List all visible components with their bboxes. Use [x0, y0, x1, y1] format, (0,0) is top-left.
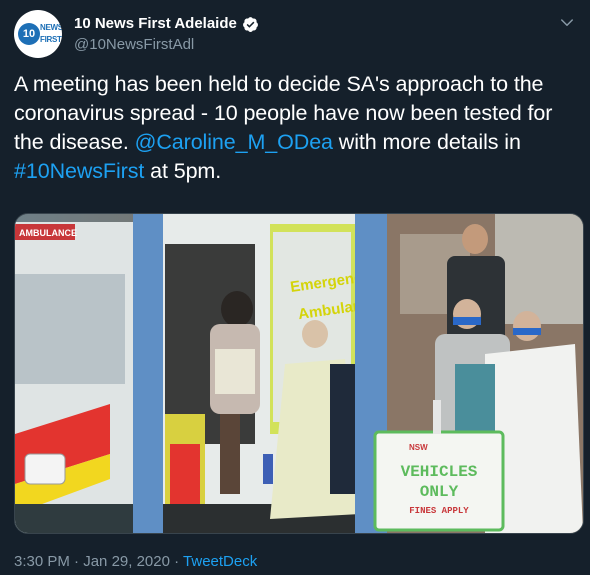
tweet: 10 NEWS FIRST 10 News First Adelaide @10…	[0, 0, 590, 575]
tweet-footer: 3:30 PM · Jan 29, 2020 · TweetDeck	[14, 553, 257, 570]
avatar-logo-text: NEWS FIRST	[40, 22, 62, 46]
footer-separator-1: ·	[69, 553, 84, 570]
sign-line-3: FINES APPLY	[409, 506, 469, 516]
tweet-text-part3: at 5pm.	[144, 159, 222, 183]
verified-badge-icon	[242, 16, 258, 32]
hashtag-link[interactable]: #10NewsFirst	[14, 159, 144, 183]
photo-scene: AMBULANCE Emergency Ambulance NSW VEHICL…	[15, 214, 583, 533]
account-handle[interactable]: @10NewsFirstAdl	[74, 35, 259, 55]
avatar-logo-number: 10	[18, 23, 40, 45]
tweet-photo[interactable]: AMBULANCE Emergency Ambulance NSW VEHICL…	[14, 213, 584, 534]
account-names[interactable]: 10 News First Adelaide @10NewsFirstAdl	[74, 14, 259, 55]
avatar-logo-line1: NEWS	[40, 23, 62, 32]
sign-line-2: ONLY	[420, 483, 459, 501]
tweet-text: A meeting has been held to decide SA's a…	[14, 70, 576, 186]
mention-link[interactable]: @Caroline_M_ODea	[135, 130, 333, 154]
ambulance-top-label: AMBULANCE	[19, 228, 77, 238]
sign-org: NSW	[409, 443, 428, 452]
avatar-logo-line2: FIRST	[40, 35, 62, 44]
footer-separator-2: ·	[169, 553, 184, 570]
tweet-header: 10 NEWS FIRST 10 News First Adelaide @10…	[14, 10, 580, 60]
tweet-text-part2: with more details in	[332, 130, 521, 154]
display-name-text: 10 News First Adelaide	[74, 15, 237, 32]
tweet-date[interactable]: Jan 29, 2020	[83, 553, 170, 570]
sign-line-1: VEHICLES	[401, 463, 478, 481]
chevron-down-icon[interactable]	[558, 14, 576, 32]
tweet-source-link[interactable]: TweetDeck	[183, 553, 257, 570]
tweet-time[interactable]: 3:30 PM	[14, 553, 70, 570]
avatar[interactable]: 10 NEWS FIRST	[14, 10, 62, 58]
left-post	[133, 214, 163, 533]
display-name[interactable]: 10 News First Adelaide	[74, 14, 259, 34]
